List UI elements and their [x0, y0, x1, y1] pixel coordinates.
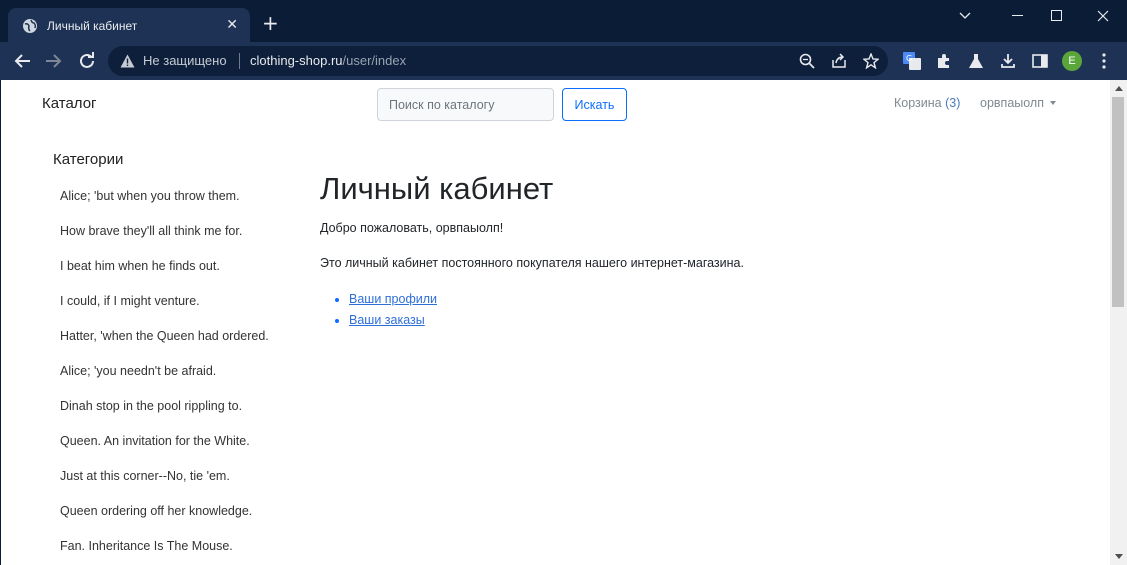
minimize-icon[interactable]: [1006, 8, 1030, 24]
address-separator: [239, 53, 240, 69]
user-dropdown[interactable]: орвпаыолп: [980, 96, 1056, 110]
translate-icon[interactable]: G: [902, 51, 922, 71]
profiles-link[interactable]: Ваши профили: [349, 292, 437, 306]
category-item[interactable]: Hatter, 'when the Queen had ordered.: [60, 326, 275, 347]
orders-link[interactable]: Ваши заказы: [349, 313, 425, 327]
account-links: Ваши профили Ваши заказы: [349, 289, 437, 331]
cart-count: (3): [945, 96, 961, 110]
url-text[interactable]: clothing-shop.ru/user/index: [250, 53, 406, 68]
close-window-icon[interactable]: [1091, 8, 1115, 24]
forward-arrow-icon[interactable]: [44, 51, 64, 71]
browser-titlebar: Личный кабинет ✕ +: [0, 0, 1127, 44]
page-title: Личный кабинет: [320, 171, 554, 206]
menu-kebab-icon[interactable]: [1094, 51, 1114, 71]
cart-label: Корзина: [894, 96, 942, 110]
welcome-text: Добро пожаловать, орвпаыолп!: [320, 221, 504, 235]
tab-close-icon[interactable]: ✕: [226, 17, 238, 33]
scroll-thumb[interactable]: [1112, 97, 1124, 307]
tab-title: Личный кабинет: [47, 19, 138, 33]
category-item[interactable]: Alice; 'but when you throw them.: [60, 186, 275, 207]
svg-text:G: G: [906, 54, 912, 63]
category-item[interactable]: Queen. An invitation for the White.: [60, 431, 275, 452]
url-path: /user/index: [342, 53, 407, 68]
page-content: Каталог Искать Корзина (3) орвпаыолп Кат…: [1, 80, 1110, 565]
category-list: Alice; 'but when you throw them. How bra…: [60, 186, 275, 565]
search-input[interactable]: [377, 88, 554, 121]
address-bar[interactable]: Не защищено clothing-shop.ru/user/index: [108, 46, 888, 76]
labs-flask-icon[interactable]: [966, 51, 986, 71]
browser-tab[interactable]: Личный кабинет ✕: [8, 8, 250, 44]
user-name: орвпаыолп: [980, 96, 1044, 110]
search-button[interactable]: Искать: [562, 88, 627, 121]
category-item[interactable]: Dinah stop in the pool rippling to.: [60, 396, 275, 417]
category-item[interactable]: Just at this corner--No, tie 'em.: [60, 466, 275, 487]
description-text: Это личный кабинет постоянного покупател…: [320, 256, 744, 270]
cart-link[interactable]: Корзина (3): [894, 96, 960, 110]
maximize-icon[interactable]: [1045, 8, 1069, 24]
url-host: clothing-shop.ru: [250, 53, 343, 68]
category-item[interactable]: Fan. Inheritance Is The Mouse.: [60, 536, 275, 557]
side-panel-icon[interactable]: [1030, 51, 1050, 71]
reload-icon[interactable]: [77, 51, 97, 71]
category-item[interactable]: I could, if I might venture.: [60, 291, 275, 312]
category-item[interactable]: Alice; 'you needn't be afraid.: [60, 361, 275, 382]
globe-icon: [22, 18, 38, 34]
list-item: Ваши профили: [349, 289, 437, 310]
tab-search-chevron-icon[interactable]: [953, 8, 977, 24]
category-item[interactable]: I beat him when he finds out.: [60, 256, 275, 277]
category-item[interactable]: Queen ordering off her knowledge.: [60, 501, 275, 522]
brand-catalog-link[interactable]: Каталог: [42, 95, 97, 112]
scroll-up-icon[interactable]: [1110, 80, 1127, 97]
bookmark-star-icon[interactable]: [862, 52, 880, 70]
profile-avatar[interactable]: E: [1062, 51, 1082, 71]
download-icon[interactable]: [998, 51, 1018, 71]
warning-icon[interactable]: [120, 53, 135, 72]
category-item[interactable]: How brave they'll all think me for.: [60, 221, 275, 242]
not-secure-label[interactable]: Не защищено: [143, 53, 227, 68]
page-scrollbar[interactable]: [1110, 80, 1127, 565]
browser-toolbar: Не защищено clothing-shop.ru/user/index …: [0, 42, 1127, 80]
categories-heading: Категории: [53, 151, 124, 168]
list-item: Ваши заказы: [349, 310, 437, 331]
extensions-puzzle-icon[interactable]: [934, 51, 954, 71]
share-icon[interactable]: [830, 52, 848, 70]
caret-down-icon: [1050, 100, 1056, 105]
new-tab-button[interactable]: +: [262, 13, 279, 33]
back-arrow-icon[interactable]: [12, 51, 32, 71]
scroll-down-icon[interactable]: [1110, 548, 1127, 565]
zoom-icon[interactable]: [798, 52, 816, 70]
